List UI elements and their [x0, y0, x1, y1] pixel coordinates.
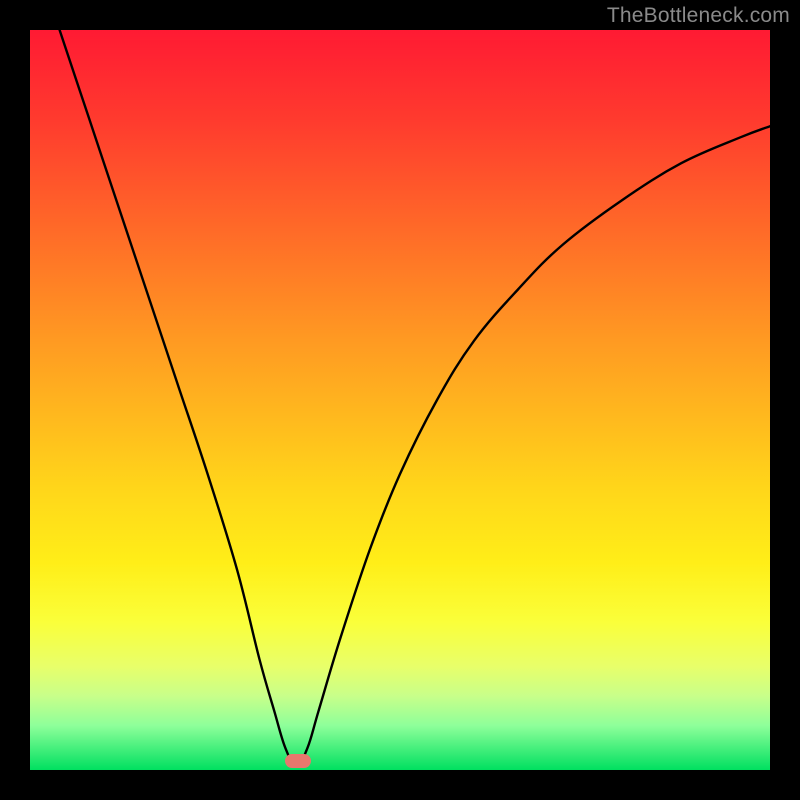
optimal-point-marker	[285, 754, 311, 768]
chart-frame: TheBottleneck.com	[0, 0, 800, 800]
plot-area	[30, 30, 770, 770]
watermark-label: TheBottleneck.com	[607, 4, 790, 28]
bottleneck-curve	[30, 30, 770, 770]
